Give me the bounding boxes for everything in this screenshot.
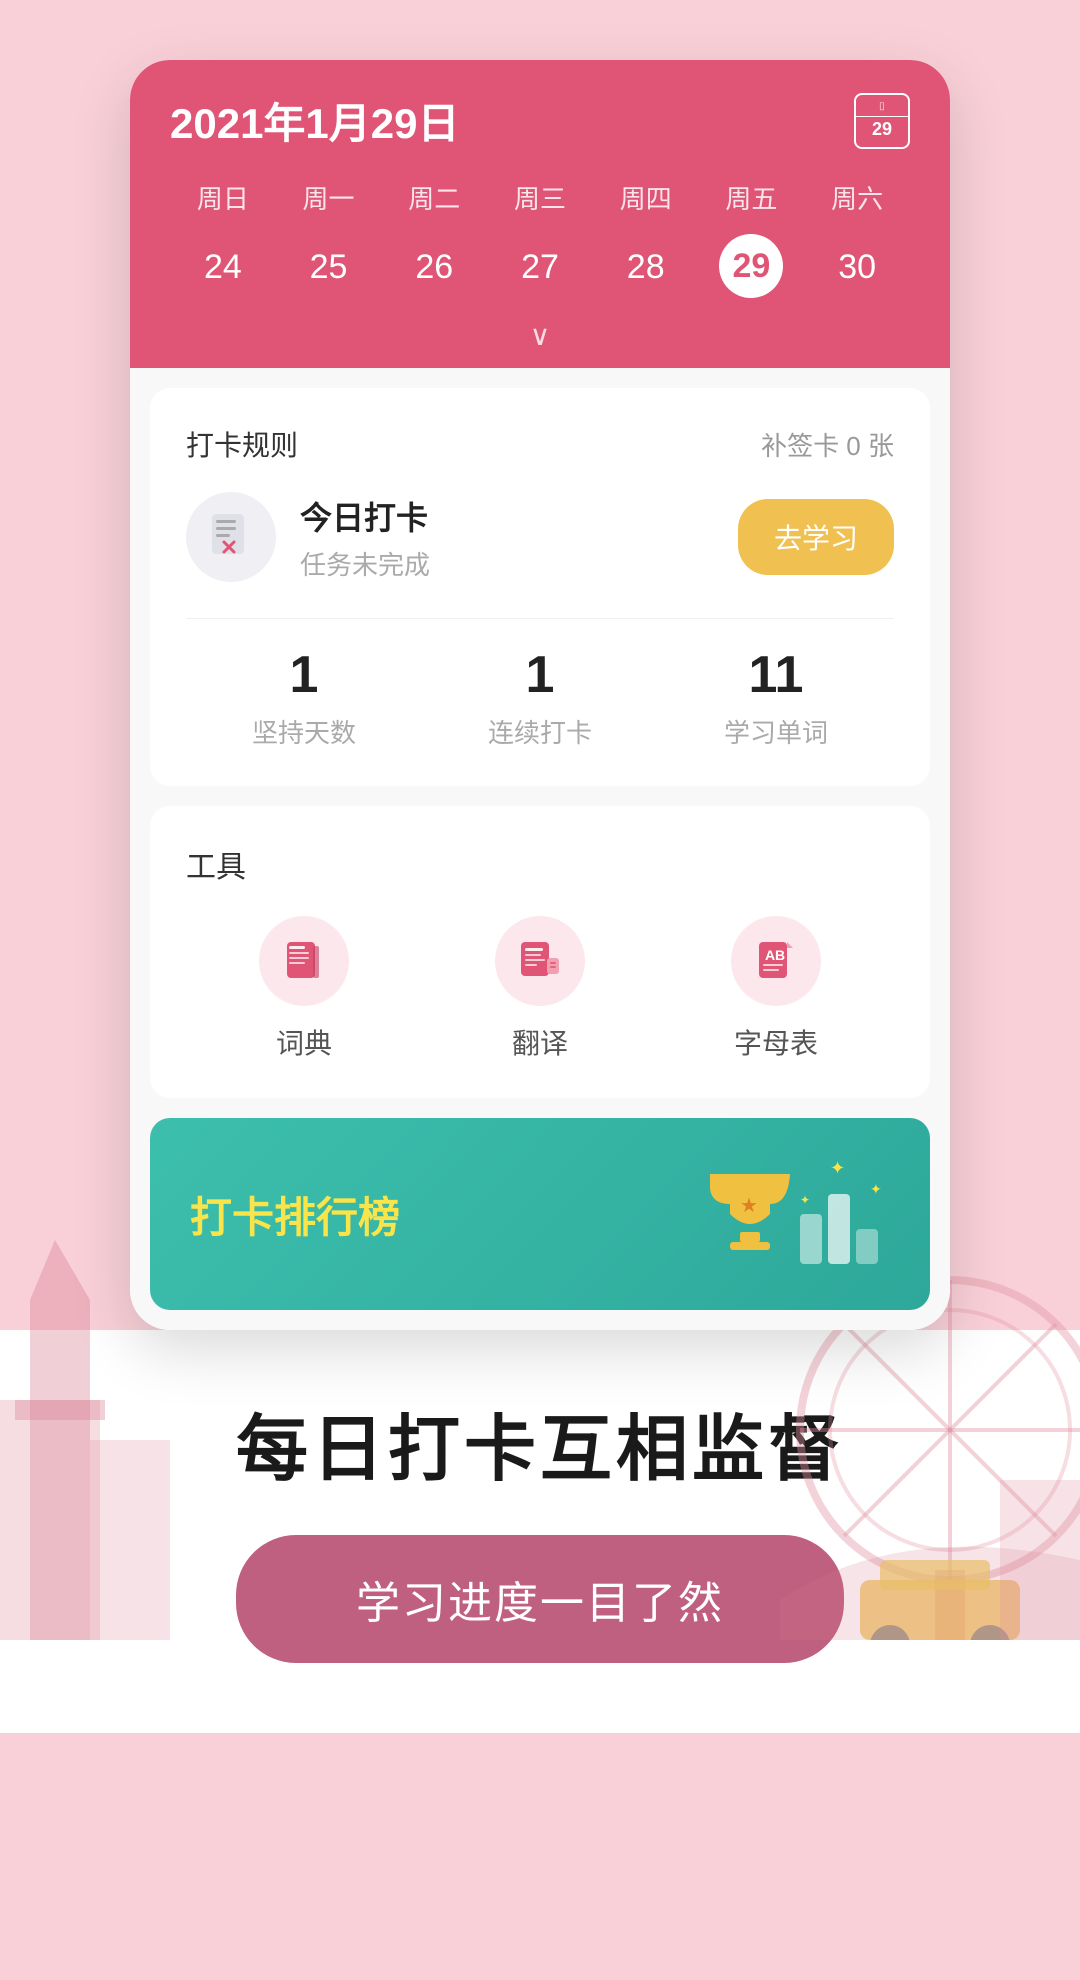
date-28[interactable]: 28 <box>593 234 699 301</box>
stat-streak-label: 连续打卡 <box>488 713 592 750</box>
alphabet-label: 字母表 <box>734 1022 818 1062</box>
tools-title: 工具 <box>186 842 894 886</box>
date-row: 24 25 26 27 28 29 30 <box>170 234 910 311</box>
weekday-wed: 周三 <box>487 171 593 224</box>
checkin-item: 今日打卡 任务未完成 去学习 <box>186 492 894 582</box>
svg-text:★: ★ <box>740 1195 758 1217</box>
stat-persistence-number: 1 <box>252 649 356 701</box>
translate-icon-bg <box>495 916 585 1006</box>
svg-text:B: B <box>775 947 785 963</box>
ranking-text: 打卡排行榜 <box>190 1184 400 1245</box>
date-29-active[interactable]: 29 <box>719 234 783 298</box>
svg-text:✦: ✦ <box>800 1193 810 1207</box>
svg-text:A: A <box>765 947 775 963</box>
tools-grid: 词典 <box>186 916 894 1062</box>
tool-dictionary[interactable]: 词典 <box>259 916 349 1062</box>
checkin-rules-label: 打卡规则 <box>186 424 298 464</box>
alphabet-icon-bg: A B <box>731 916 821 1006</box>
dictionary-label: 词典 <box>276 1022 332 1062</box>
date-27[interactable]: 27 <box>487 234 593 301</box>
stat-persistence: 1 坚持天数 <box>252 649 356 750</box>
checkin-card-header: 打卡规则 补签卡 0 张 <box>186 424 894 464</box>
svg-text:✦: ✦ <box>870 1181 882 1197</box>
weekday-row: 周日 周一 周二 周三 周四 周五 周六 <box>170 171 910 224</box>
weekday-mon: 周一 <box>276 171 382 224</box>
checkin-title: 今日打卡 <box>300 493 714 539</box>
ranking-banner[interactable]: 打卡排行榜 ✦ ✦ ✦ ★ <box>150 1118 930 1310</box>
bottom-section: 每日打卡互相监督 学习进度一目了然 <box>0 1330 1080 1733</box>
calendar-header: 2021年1月29日 ⌷ 29 周日 周一 周二 周三 周四 周五 周六 24 … <box>130 60 950 311</box>
stat-streak-number: 1 <box>488 649 592 701</box>
phone-frame: 2021年1月29日 ⌷ 29 周日 周一 周二 周三 周四 周五 周六 24 … <box>130 60 950 1330</box>
checkin-card: 打卡规则 补签卡 0 张 今日打卡 任 <box>150 388 930 786</box>
ranking-text-highlight: 排行榜 <box>274 1194 400 1241</box>
calendar-date-title: 2021年1月29日 <box>170 90 460 151</box>
chevron-row[interactable]: ∨ <box>130 311 950 368</box>
ranking-trophy-svg: ✦ ✦ ✦ ★ <box>670 1154 890 1274</box>
bottom-cta-button[interactable]: 学习进度一目了然 <box>236 1535 844 1663</box>
calendar-icon-number: 29 <box>872 119 892 140</box>
checkin-subtitle: 任务未完成 <box>300 545 714 582</box>
stat-persistence-label: 坚持天数 <box>252 713 356 750</box>
date-25[interactable]: 25 <box>276 234 382 301</box>
tool-alphabet[interactable]: A B 字母表 <box>731 916 821 1062</box>
tool-translate[interactable]: 翻译 <box>495 916 585 1062</box>
content-area: 打卡规则 补签卡 0 张 今日打卡 任 <box>130 368 950 1330</box>
bottom-title: 每日打卡互相监督 <box>40 1390 1040 1495</box>
calendar-icon[interactable]: ⌷ 29 <box>854 93 910 149</box>
svg-text:✦: ✦ <box>830 1158 845 1178</box>
weekday-fri: 周五 <box>699 171 805 224</box>
tools-card: 工具 词典 <box>150 806 930 1098</box>
chevron-down-icon: ∨ <box>530 319 551 352</box>
checkin-info: 今日打卡 任务未完成 <box>300 493 714 582</box>
checkin-avatar <box>186 492 276 582</box>
weekday-thu: 周四 <box>593 171 699 224</box>
translate-label: 翻译 <box>512 1022 568 1062</box>
weekday-sun: 周日 <box>170 171 276 224</box>
dictionary-icon-bg <box>259 916 349 1006</box>
calendar-icon-bracket: ⌷ <box>856 101 908 117</box>
date-30[interactable]: 30 <box>804 234 910 301</box>
stat-streak: 1 连续打卡 <box>488 649 592 750</box>
ranking-text-prefix: 打卡 <box>190 1194 274 1241</box>
stat-words: 11 学习单词 <box>724 649 828 750</box>
stats-row: 1 坚持天数 1 连续打卡 11 学习单词 <box>186 618 894 750</box>
date-24[interactable]: 24 <box>170 234 276 301</box>
weekday-sat: 周六 <box>804 171 910 224</box>
supplement-label: 补签卡 0 张 <box>761 426 894 463</box>
stat-words-number: 11 <box>724 649 828 701</box>
date-26[interactable]: 26 <box>381 234 487 301</box>
weekday-tue: 周二 <box>381 171 487 224</box>
go-study-button[interactable]: 去学习 <box>738 499 894 575</box>
stat-words-label: 学习单词 <box>724 713 828 750</box>
